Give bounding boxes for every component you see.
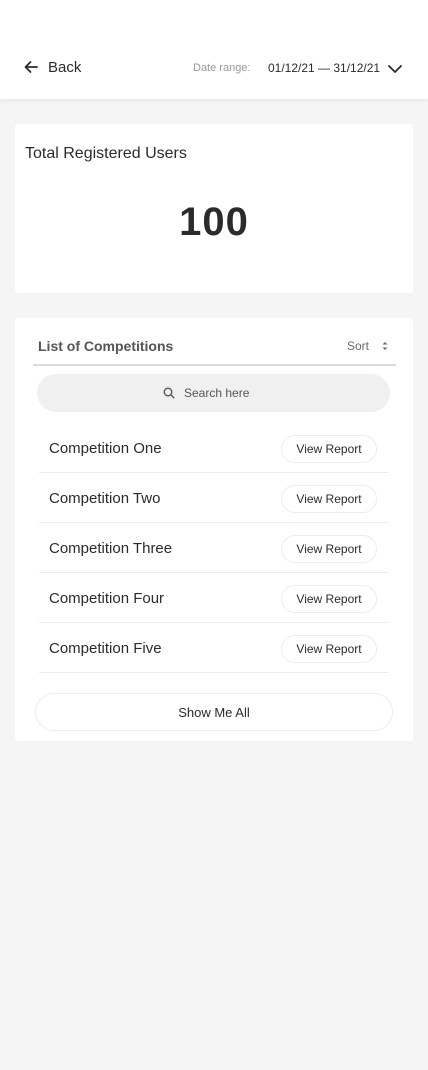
competitions-divider <box>33 364 396 366</box>
list-item: Competition Two View Report <box>39 473 389 523</box>
view-report-button[interactable]: View Report <box>281 585 377 613</box>
competition-name: Competition Three <box>49 540 173 557</box>
back-label: Back <box>48 58 82 76</box>
chevron-down-icon[interactable] <box>386 60 404 78</box>
search-icon <box>163 387 175 399</box>
view-report-button[interactable]: View Report <box>281 635 377 663</box>
sort-arrows-icon <box>382 342 388 350</box>
date-range-label: Date range: <box>193 62 251 74</box>
show-all-button[interactable]: Show Me All <box>35 693 393 731</box>
users-count: 100 <box>179 200 249 244</box>
view-report-button[interactable]: View Report <box>281 535 377 563</box>
search-bar[interactable] <box>37 374 390 412</box>
total-users-card: Total Registered Users 100 <box>15 124 413 293</box>
date-range-value[interactable]: 01/12/21 — 31/12/21 <box>268 61 380 75</box>
list-item: Competition Three View Report <box>39 523 389 573</box>
competition-name: Competition Four <box>49 590 165 607</box>
competitions-title: List of Competitions <box>38 338 174 354</box>
list-item: Competition One View Report <box>39 423 389 473</box>
status-bar <box>0 0 428 38</box>
search-input[interactable] <box>184 386 264 400</box>
list-item: Competition Four View Report <box>39 573 389 623</box>
arrow-left-icon <box>24 61 38 73</box>
competition-name: Competition One <box>49 440 162 457</box>
top-header: Back Date range: 01/12/21 — 31/12/21 <box>0 38 428 99</box>
sort-button[interactable]: Sort <box>347 339 389 353</box>
view-report-button[interactable]: View Report <box>281 435 377 463</box>
view-report-button[interactable]: View Report <box>281 485 377 513</box>
competition-name: Competition Five <box>49 640 162 657</box>
competitions-card: List of Competitions Sort Competition On… <box>15 318 413 741</box>
competitions-list: Competition One View Report Competition … <box>39 423 389 673</box>
back-button[interactable]: Back <box>22 58 81 76</box>
sort-label: Sort <box>347 339 370 353</box>
list-item: Competition Five View Report <box>39 623 389 673</box>
competition-name: Competition Two <box>49 490 161 507</box>
users-card-title: Total Registered Users <box>25 145 187 162</box>
